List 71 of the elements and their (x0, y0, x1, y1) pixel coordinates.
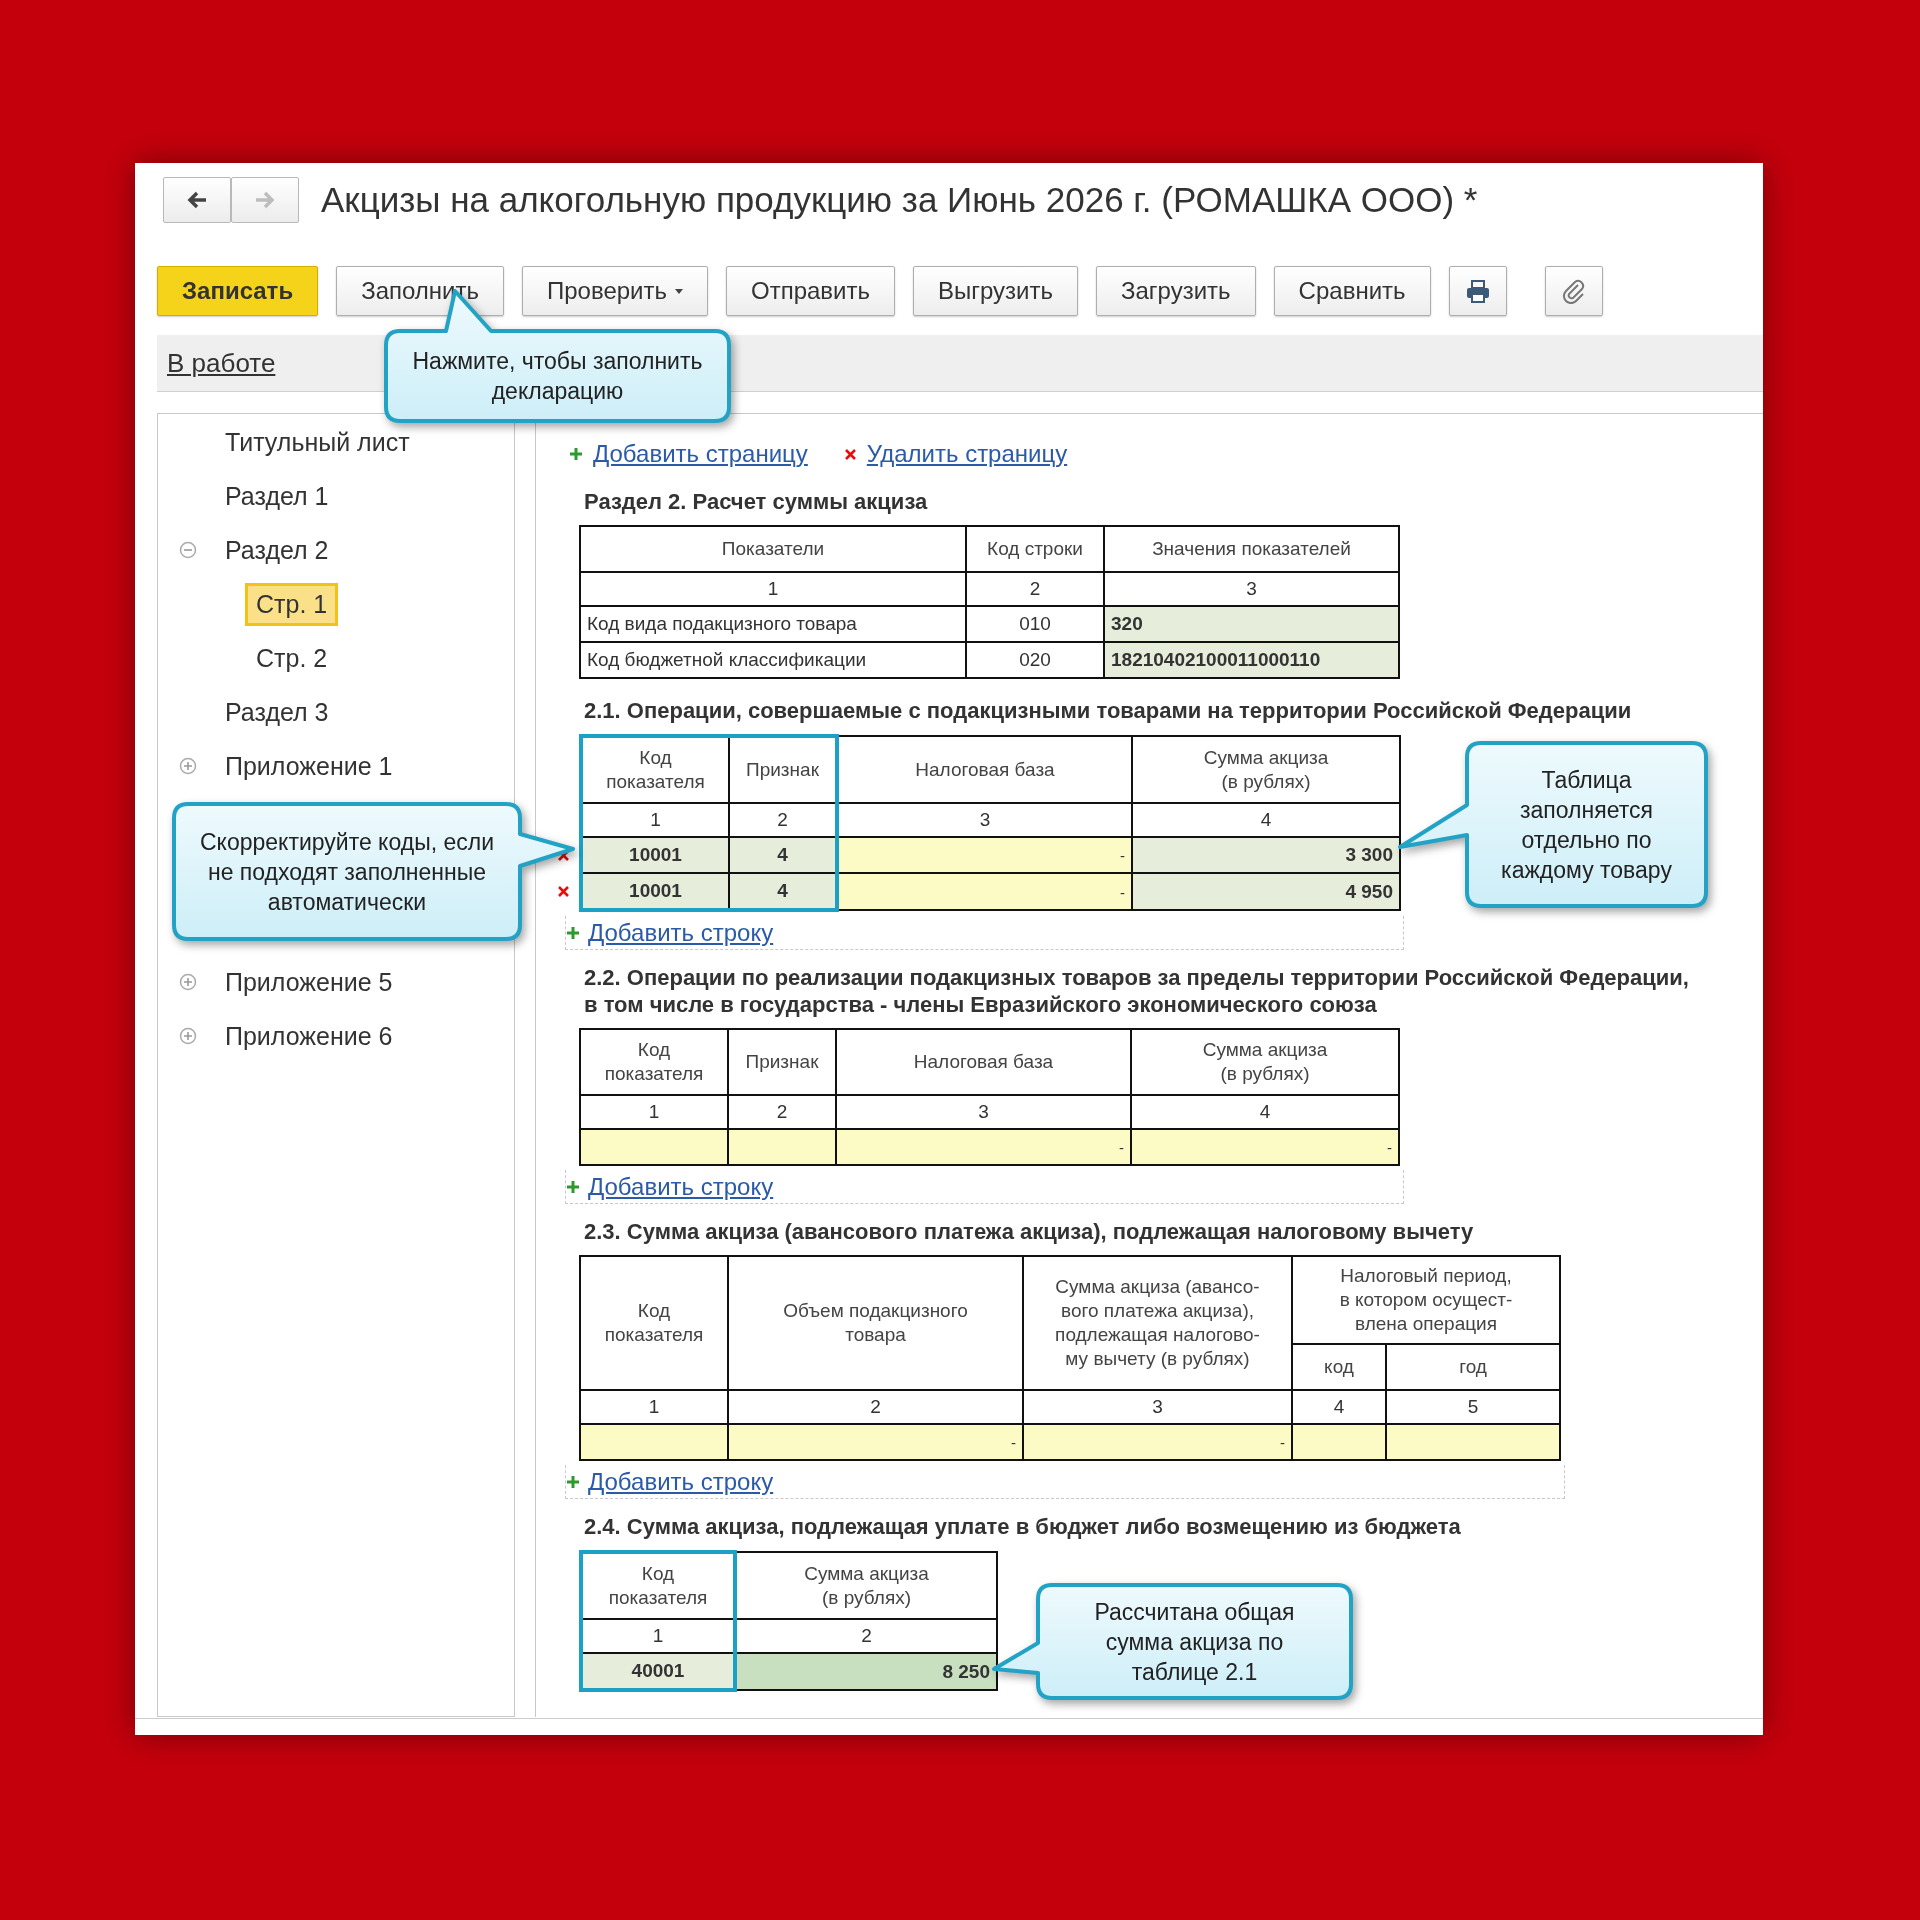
toolbar-button[interactable]: Загрузить (1096, 266, 1256, 316)
tree-item[interactable]: Приложение 5 (214, 960, 404, 1004)
tree-item[interactable]: Стр. 1 (245, 582, 339, 626)
column-header: Показатели (580, 526, 966, 572)
column-header: Код показателя (580, 1029, 728, 1095)
section-heading: 2.4. Сумма акциза, подлежащая уплате в бюджет либо возмещению из бюджета (584, 1513, 1462, 1540)
input-field[interactable]: - (837, 837, 1132, 873)
column-header: год (1386, 1344, 1560, 1390)
table-cell: 020 (966, 642, 1104, 678)
table-cell: 010 (966, 606, 1104, 642)
callout-text: Рассчитана общая сумма акциза по таблице 2.1 (1094, 1597, 1295, 1687)
tree-item[interactable]: Раздел 1 (214, 474, 340, 518)
column-header: Сумма акциза (в рублях) (735, 1552, 997, 1619)
column-header: Признак (729, 736, 837, 803)
input-field[interactable]: - (836, 1129, 1131, 1165)
input-field[interactable]: - (1131, 1129, 1399, 1165)
column-header: Сумма акциза (авансо- вого платежа акциза), подлежащая налогово- му вычету (в рублях) (1023, 1256, 1292, 1390)
table-cell: 10001 (581, 837, 729, 873)
section-heading: 2.2. Операции по реализации подакцизных товаров за пределы территории Российской Федерации, в том числе в государства - члены Евразийского экономического союза (584, 964, 1690, 1018)
table-cell: 4 (729, 837, 837, 873)
column-header: Код строки (966, 526, 1104, 572)
table-cell: 10001 (581, 873, 729, 910)
toolbar-button[interactable]: Отправить (726, 266, 895, 316)
column-header: Признак (728, 1029, 836, 1095)
toolbar-button[interactable]: Выгрузить (913, 266, 1078, 316)
column-header: Код показателя (580, 1256, 728, 1390)
toolbar-button[interactable]: Сравнить (1273, 266, 1431, 316)
section-heading: Раздел 2. Расчет суммы акциза (584, 488, 929, 515)
callout-text: Скорректируйте коды, если не подходят заполненные автоматически (199, 827, 494, 917)
section-heading: 2.1. Операции, совершаемые с подакцизными товарами на территории Российской Федерации (584, 697, 1633, 724)
column-header: Код показателя (581, 736, 729, 803)
save-button[interactable]: Записать (157, 266, 319, 316)
add-page-link[interactable]: Добавить страницу (593, 440, 808, 468)
callout-text: Таблица заполняется отдельно по каждому товару (1501, 765, 1672, 885)
tree-item[interactable]: Титульный лист (214, 420, 421, 464)
column-header: Сумма акциза (в рублях) (1131, 1029, 1399, 1095)
dropdown-button[interactable]: Проверить (521, 266, 708, 316)
add-row-link[interactable]: Добавить строку (588, 918, 774, 947)
table-cell: Код вида подакцизного товара (580, 606, 966, 642)
tree-item[interactable]: Раздел 2 (214, 528, 340, 572)
column-header: Объем подакцизного товара (728, 1256, 1023, 1390)
column-header: Значения показателей (1104, 526, 1399, 572)
table-cell: 320 (1104, 606, 1399, 642)
table-cell: 40001 (581, 1653, 735, 1690)
delete-page-link[interactable]: Удалить страницу (866, 440, 1068, 468)
table-cell: 18210402100011000110 (1104, 642, 1399, 678)
callout-text: Нажмите, чтобы заполнить декларацию (412, 347, 703, 406)
input-field[interactable]: - (837, 873, 1132, 910)
tree-item[interactable]: Приложение 1 (214, 744, 404, 788)
table-cell: 4 950 (1132, 873, 1400, 910)
add-row-link[interactable]: Добавить строку (588, 1467, 774, 1496)
column-header: код (1292, 1344, 1386, 1390)
column-header: Код показателя (581, 1552, 735, 1619)
table-cell: Код бюджетной классификации (580, 642, 966, 678)
tree-item[interactable]: Раздел 3 (214, 690, 340, 734)
input-field[interactable]: - (728, 1424, 1023, 1460)
column-header: Сумма акциза (в рублях) (1132, 736, 1400, 803)
table-cell: 4 (729, 873, 837, 910)
window-title: Акцизы на алкогольную продукцию за Июнь 2026 г. (РОМАШКА ООО) * (321, 180, 1478, 220)
column-header: Налоговый период, в котором осущест- влена операция (1292, 1256, 1560, 1344)
column-header: Налоговая база (837, 736, 1132, 803)
add-row-link[interactable]: Добавить строку (588, 1172, 774, 1201)
tree-item[interactable]: Приложение 6 (214, 1014, 404, 1058)
status-link[interactable]: В работе (167, 347, 276, 379)
input-field[interactable]: - (1023, 1424, 1292, 1460)
section-heading: 2.3. Сумма акциза (авансового платежа акциза), подлежащая налоговому вычету (584, 1218, 1475, 1245)
table-cell: 3 300 (1132, 837, 1400, 873)
column-header: Налоговая база (836, 1029, 1131, 1095)
toolbar-button[interactable]: Заполнить (336, 266, 504, 316)
table-cell: 8 250 (735, 1653, 997, 1690)
tree-item[interactable]: Стр. 2 (245, 636, 339, 680)
